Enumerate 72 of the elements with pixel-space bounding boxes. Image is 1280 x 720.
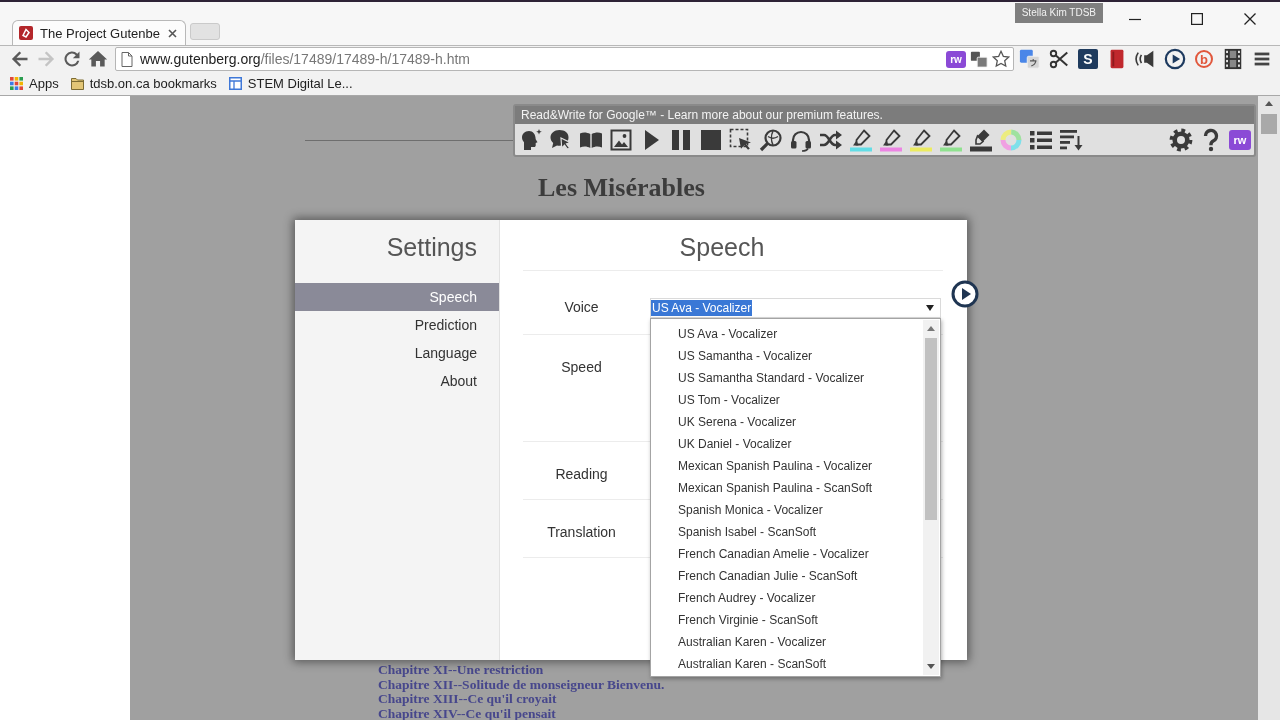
translate-icon[interactable] bbox=[1019, 48, 1041, 70]
translate-icon[interactable] bbox=[970, 50, 988, 68]
highlighter-icon[interactable] bbox=[939, 127, 963, 152]
voice-option[interactable]: UK Daniel - Vocalizer bbox=[651, 433, 922, 455]
settings-nav-item[interactable]: Language bbox=[295, 339, 499, 367]
sort-list-icon[interactable] bbox=[1059, 127, 1083, 152]
section-heading: Speech bbox=[523, 220, 943, 271]
voice-option[interactable]: US Tom - Vocalizer bbox=[651, 389, 922, 411]
color-ring-icon[interactable] bbox=[999, 127, 1023, 152]
down-arrow-icon[interactable] bbox=[927, 664, 935, 669]
stop-icon[interactable] bbox=[699, 127, 723, 152]
head-icon[interactable] bbox=[519, 127, 543, 152]
voice-option[interactable]: US Samantha Standard - Vocalizer bbox=[651, 367, 922, 389]
apps-grid-icon bbox=[10, 77, 23, 90]
highlighter-icon[interactable] bbox=[849, 127, 873, 152]
profile-badge[interactable]: Stella Kim TDSB bbox=[1014, 3, 1103, 23]
field-label: Speed bbox=[561, 359, 602, 375]
voice-option[interactable]: Mexican Spanish Paulina - ScanSoft bbox=[651, 477, 922, 499]
voice-option[interactable]: US Samantha - Vocalizer bbox=[651, 345, 922, 367]
settings-icon[interactable] bbox=[1169, 127, 1193, 152]
field-label: Translation bbox=[547, 524, 616, 540]
close-icon[interactable] bbox=[1244, 13, 1256, 25]
bookmark-link[interactable]: STEM Digital Le... bbox=[228, 76, 353, 91]
home-icon[interactable] bbox=[88, 49, 108, 69]
voice-option[interactable]: French Virginie - ScanSoft bbox=[651, 609, 922, 631]
scrollbar-thumb[interactable] bbox=[1261, 114, 1277, 134]
page-icon bbox=[228, 77, 242, 90]
highlighter-tray-icon[interactable] bbox=[969, 127, 993, 152]
field-label: Reading bbox=[555, 466, 608, 482]
voice-option[interactable]: French Audrey - Vocalizer bbox=[651, 587, 922, 609]
settings-nav-item[interactable]: About bbox=[295, 367, 499, 395]
field-label: Voice bbox=[564, 299, 599, 315]
caret-icon bbox=[926, 305, 934, 311]
picture-icon[interactable] bbox=[609, 127, 633, 152]
scrollbar-thumb[interactable] bbox=[925, 338, 937, 520]
highlighter-icon[interactable] bbox=[879, 127, 903, 152]
selection-cursor-icon[interactable] bbox=[729, 127, 753, 152]
star-icon[interactable] bbox=[992, 50, 1010, 68]
extension-tile[interactable]: S bbox=[1078, 49, 1098, 69]
maximize-icon[interactable] bbox=[1191, 13, 1203, 25]
voice-option[interactable]: Spanish Isabel - ScanSoft bbox=[651, 521, 922, 543]
voice-option[interactable]: Spanish Monica - Vocalizer bbox=[651, 499, 922, 521]
play-circle-icon[interactable] bbox=[1164, 48, 1186, 70]
settings-nav-item[interactable]: Prediction bbox=[295, 311, 499, 339]
scissors-icon[interactable] bbox=[1048, 48, 1070, 70]
bookmark-link[interactable]: Apps bbox=[10, 76, 59, 91]
pause-icon[interactable] bbox=[669, 127, 693, 152]
browser-tab[interactable]: The Project Gutenbe bbox=[12, 20, 186, 45]
up-arrow-icon[interactable] bbox=[1265, 101, 1273, 106]
book-title: Les Misérables bbox=[538, 173, 705, 203]
bookmark-link[interactable]: tdsb.on.ca bookmarks bbox=[70, 76, 217, 91]
promo-banner[interactable]: Read&Write for Google™ - Learn more about our premium features. bbox=[515, 106, 1254, 124]
close-icon[interactable] bbox=[168, 28, 177, 38]
magnifier-icon[interactable] bbox=[759, 127, 783, 152]
voice-option[interactable]: Australian Karen - Vocalizer bbox=[651, 631, 922, 653]
settings-title: Settings bbox=[385, 232, 478, 263]
up-arrow-icon[interactable] bbox=[927, 326, 935, 331]
extension-badge[interactable]: rw bbox=[1229, 129, 1251, 150]
voice-option[interactable]: French Canadian Amelie - Vocalizer bbox=[651, 543, 922, 565]
film-strip-icon[interactable] bbox=[1222, 48, 1244, 70]
reload-icon[interactable] bbox=[62, 49, 82, 69]
play-circle-icon[interactable] bbox=[951, 280, 979, 308]
back-icon[interactable] bbox=[10, 49, 30, 69]
voice-option[interactable]: US Ava - Vocalizer bbox=[651, 323, 922, 345]
voice-option[interactable]: French Canadian Julie - ScanSoft bbox=[651, 565, 922, 587]
voice-option[interactable]: UK Serena - Vocalizer bbox=[651, 411, 922, 433]
highlighter-icon[interactable] bbox=[909, 127, 933, 152]
page-icon bbox=[121, 51, 133, 67]
voice-option[interactable]: Australian Karen - ScanSoft bbox=[651, 653, 922, 675]
logo-icon bbox=[19, 26, 33, 40]
folder-icon bbox=[70, 77, 84, 90]
voice-option[interactable]: Mexican Spanish Paulina - Vocalizer bbox=[651, 455, 922, 477]
